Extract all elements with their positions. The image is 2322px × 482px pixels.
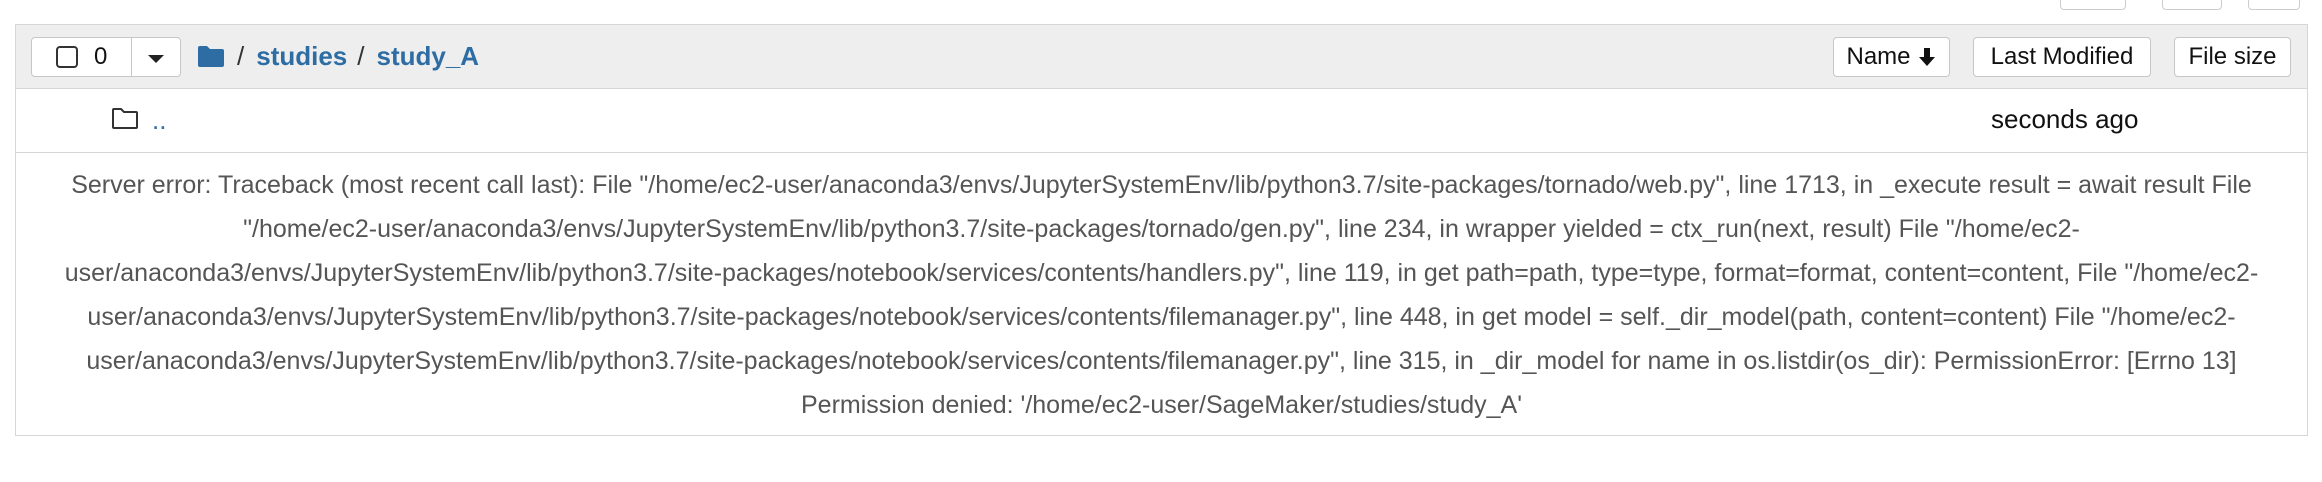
file-list-header: 0 / studies / study_A Name Last Modified: [16, 25, 2307, 89]
breadcrumb-item-study-a[interactable]: study_A: [377, 41, 480, 72]
selected-count: 0: [94, 43, 108, 70]
select-all-group: 0: [31, 37, 181, 77]
top-toolbar-button-3[interactable]: [2248, 0, 2300, 10]
sort-last-modified-label: Last Modified: [1990, 43, 2134, 70]
sort-name-label: Name: [1846, 43, 1911, 70]
sort-by-name-button[interactable]: Name: [1833, 37, 1950, 77]
sort-by-file-size-button[interactable]: File size: [2174, 37, 2291, 77]
folder-solid-icon[interactable]: [197, 44, 225, 68]
top-toolbar-button-2[interactable]: [2162, 0, 2222, 10]
select-all-control[interactable]: 0: [32, 38, 132, 76]
select-all-checkbox[interactable]: [56, 46, 78, 68]
top-toolbar-button-1[interactable]: [2060, 0, 2126, 10]
breadcrumb-separator: /: [357, 40, 365, 71]
breadcrumb-separator: /: [237, 40, 245, 71]
caret-down-icon: [148, 55, 164, 63]
breadcrumb: / studies / study_A: [197, 38, 479, 74]
sort-by-last-modified-button[interactable]: Last Modified: [1973, 37, 2151, 77]
server-error-message: Server error: Traceback (most recent cal…: [64, 171, 2259, 419]
parent-directory-row[interactable]: .. seconds ago: [16, 89, 2307, 153]
breadcrumb-item-studies[interactable]: studies: [256, 41, 347, 72]
selection-dropdown-button[interactable]: [132, 38, 180, 76]
last-modified-value: seconds ago: [1991, 104, 2139, 134]
arrow-down-icon: [1918, 48, 1935, 66]
folder-outline-icon: [112, 108, 138, 129]
sort-file-size-label: File size: [2188, 43, 2277, 70]
file-list-panel: 0 / studies / study_A Name Last Modified: [15, 24, 2308, 436]
parent-directory-link[interactable]: ..: [152, 105, 166, 136]
